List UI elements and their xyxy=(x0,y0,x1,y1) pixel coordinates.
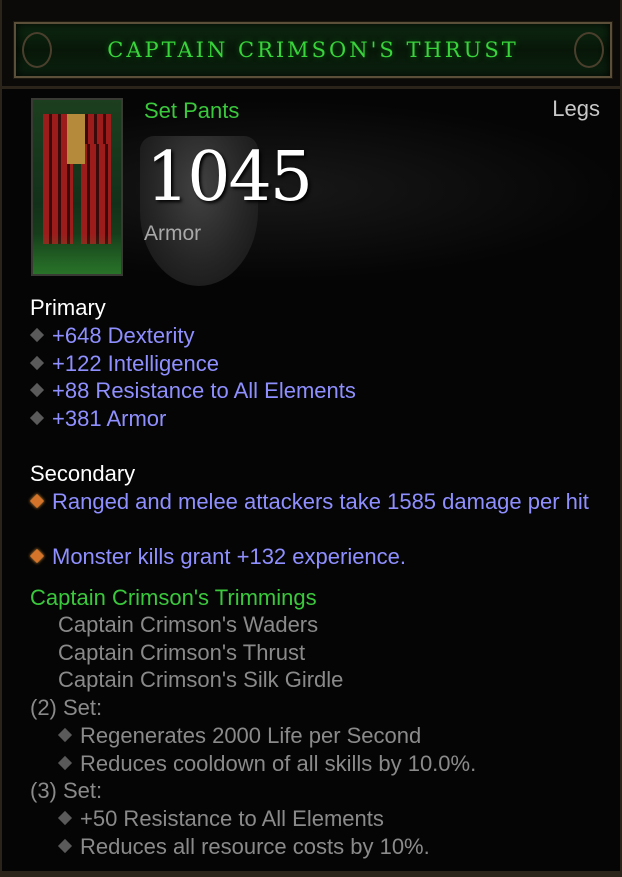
crimson-pants-icon xyxy=(31,98,123,276)
armor-value: 1045 xyxy=(146,138,313,217)
bullet-icon xyxy=(57,810,73,826)
set-bonus-effect: Reduces cooldown of all skills by 10.0%. xyxy=(57,751,476,777)
item-slot: Legs xyxy=(552,96,600,121)
bullet-icon xyxy=(57,755,73,771)
set-piece: Captain Crimson's Silk Girdle xyxy=(58,667,344,692)
bullet-icon xyxy=(29,382,45,398)
bullet-icon xyxy=(29,548,45,564)
armor-label: Armor xyxy=(144,222,202,245)
item-tooltip: CAPTAIN CRIMSON'S THRUST Set Pants Legs … xyxy=(0,0,622,877)
set-bonus-label: (2) Set: xyxy=(30,695,103,720)
set-bonus-effect: Reduces all resource costs by 10%. xyxy=(57,834,430,860)
primary-stat: +122 Intelligence xyxy=(29,350,602,377)
primary-stat: +648 Dexterity xyxy=(29,322,602,349)
item-name: CAPTAIN CRIMSON'S THRUST xyxy=(107,38,519,62)
set-bonus-effect: Regenerates 2000 Life per Second xyxy=(57,723,421,749)
bullet-icon xyxy=(29,410,45,426)
primary-stat: +88 Resistance to All Elements xyxy=(29,377,602,404)
set-piece: Captain Crimson's Thrust xyxy=(58,640,306,665)
secondary-stat: Ranged and melee attackers take 1585 dam… xyxy=(29,488,622,515)
secondary-stat: Monster kills grant +132 experience. xyxy=(29,543,602,570)
set-name: Captain Crimson's Trimmings xyxy=(30,585,317,610)
secondary-heading: Secondary xyxy=(30,461,136,486)
bullet-icon xyxy=(57,838,73,854)
primary-heading: Primary xyxy=(30,295,106,320)
set-bonus-effect: +50 Resistance to All Elements xyxy=(57,806,384,832)
tooltip-bottom-border xyxy=(2,871,620,875)
item-header: CAPTAIN CRIMSON'S THRUST xyxy=(14,22,612,78)
header-divider xyxy=(2,86,620,89)
bullet-icon xyxy=(57,727,73,743)
bullet-icon xyxy=(29,355,45,371)
set-piece: Captain Crimson's Waders xyxy=(58,612,319,637)
set-bonus-label: (3) Set: xyxy=(30,778,103,803)
bullet-icon xyxy=(29,327,45,343)
item-type: Set Pants xyxy=(144,98,240,123)
bullet-icon xyxy=(29,493,45,509)
primary-stat: +381 Armor xyxy=(29,405,602,432)
